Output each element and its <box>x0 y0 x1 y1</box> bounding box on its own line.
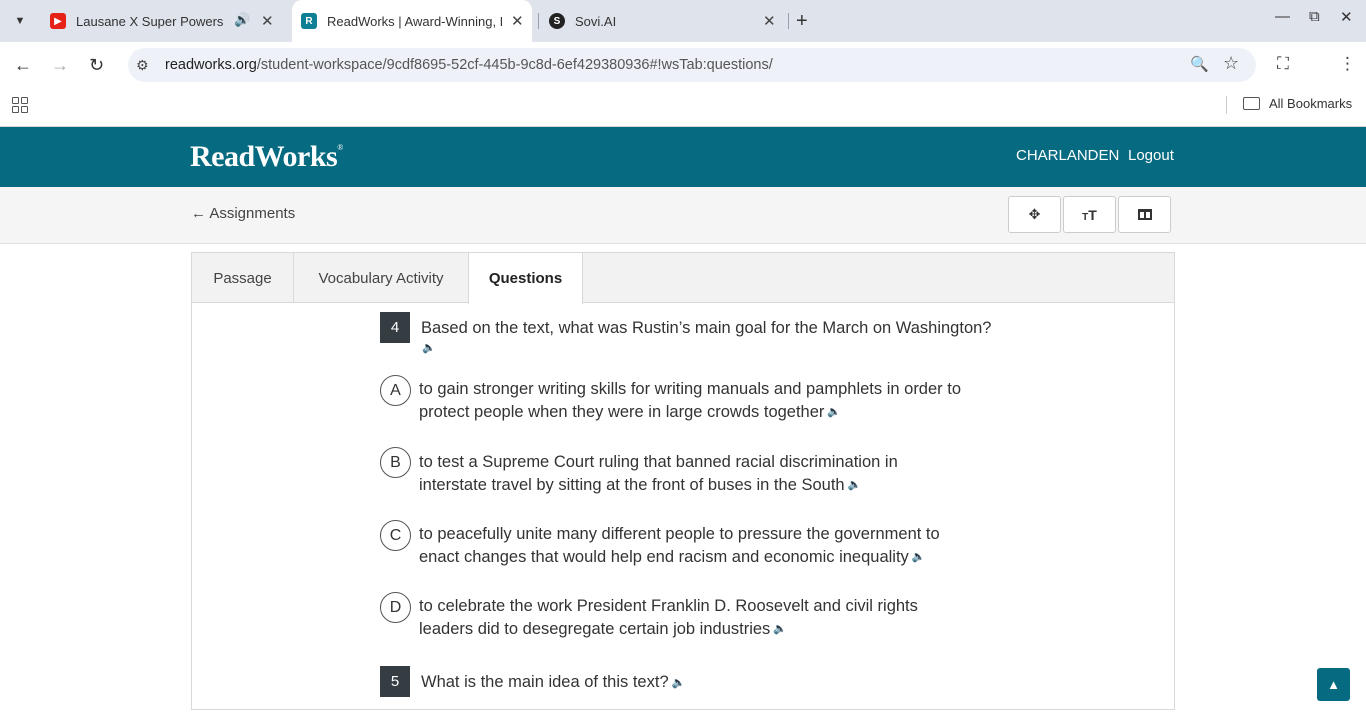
bookmarks-bar: All Bookmarks <box>0 88 1366 122</box>
speaker-icon[interactable]: 🔈 <box>422 341 436 354</box>
username-link[interactable]: CHARLANDEN <box>1016 147 1119 164</box>
question-text: What is the main idea of this text? 🔈 <box>421 671 1001 694</box>
audio-playing-icon[interactable]: 🔊 <box>234 12 250 28</box>
speaker-icon[interactable]: 🔈 <box>912 546 926 569</box>
reload-icon[interactable]: ↻ <box>89 54 104 76</box>
all-bookmarks-label: All Bookmarks <box>1269 96 1353 111</box>
assignment-toolbar: ← Assignments ✥ TT <box>0 187 1366 244</box>
question-text: Based on the text, what was Rustin’s mai… <box>421 319 992 337</box>
expand-icon: ✥ <box>1028 206 1041 222</box>
columns-icon <box>1137 209 1152 220</box>
restore-icon[interactable]: ⧉ <box>1309 8 1320 25</box>
youtube-icon: ▶ <box>50 13 66 29</box>
sovi-icon: S <box>549 13 565 29</box>
folder-icon <box>1243 97 1260 110</box>
option-c-radio[interactable]: C <box>380 520 411 551</box>
logout-link[interactable]: Logout <box>1128 147 1174 164</box>
address-url[interactable]: readworks.org/student-workspace/9cdf8695… <box>165 57 773 73</box>
option-c-text[interactable]: to peacefully unite many different peopl… <box>419 523 989 568</box>
bookmark-star-icon[interactable]: ☆ <box>1223 53 1239 74</box>
option-a-radio[interactable]: A <box>380 375 411 406</box>
site-info-icon[interactable]: ⚙ <box>136 57 149 74</box>
browser-tab-youtube[interactable]: ▶ Lausane X Super Powers - C 🔊 ✕ <box>42 0 288 42</box>
forward-arrow-icon[interactable]: → <box>51 54 69 76</box>
readworks-logo[interactable]: ReadWorks® <box>190 140 343 174</box>
split-view-button[interactable] <box>1118 196 1171 233</box>
browser-menu-icon[interactable]: ⋮ <box>1339 54 1356 74</box>
text-size-button[interactable]: TT <box>1063 196 1116 233</box>
arrow-up-icon: ▲ <box>1327 677 1340 692</box>
close-tab-icon[interactable]: ✕ <box>763 12 776 30</box>
close-tab-icon[interactable]: ✕ <box>261 12 274 30</box>
readworks-icon: R <box>301 13 317 29</box>
browser-toolbar: ← → ↻ ⚙ readworks.org/student-workspace/… <box>0 42 1366 88</box>
question-number-badge: 4 <box>380 312 410 343</box>
fullscreen-button[interactable]: ✥ <box>1008 196 1061 233</box>
tab-title: ReadWorks | Award-Winning, Ed <box>327 13 502 29</box>
back-to-assignments-link[interactable]: ← Assignments <box>191 205 295 222</box>
tab-title: Sovi.AI <box>575 13 617 29</box>
tab-divider <box>788 13 789 29</box>
tab-search-chevron-icon[interactable]: ▼ <box>8 9 32 33</box>
option-d-radio[interactable]: D <box>380 592 411 623</box>
content-tabs: Passage Vocabulary Activity Questions <box>192 253 1174 304</box>
tab-vocabulary-activity[interactable]: Vocabulary Activity <box>294 253 469 303</box>
option-b-text[interactable]: to test a Supreme Court ruling that bann… <box>419 451 989 496</box>
close-tab-icon[interactable]: ✕ <box>511 12 524 30</box>
apps-grid-icon[interactable] <box>12 97 28 113</box>
close-window-icon[interactable]: ✕ <box>1340 8 1353 26</box>
option-d-text[interactable]: to celebrate the work President Franklin… <box>419 595 989 640</box>
browser-tab-sovi[interactable]: S Sovi.AI ✕ <box>540 0 786 42</box>
extensions-icon[interactable]: ⛶ <box>1277 54 1289 74</box>
question-number-badge: 5 <box>380 666 410 697</box>
minimize-icon[interactable]: — <box>1275 8 1290 25</box>
address-bar[interactable]: ⚙ readworks.org/student-workspace/9cdf86… <box>128 48 1256 82</box>
option-b-radio[interactable]: B <box>380 447 411 478</box>
speaker-icon[interactable]: 🔈 <box>827 401 841 424</box>
zoom-icon[interactable]: 🔍 <box>1190 55 1209 73</box>
bookmarks-divider <box>1226 96 1227 114</box>
speaker-icon[interactable]: 🔈 <box>848 474 862 497</box>
tab-questions[interactable]: Questions <box>468 253 583 304</box>
option-a-text[interactable]: to gain stronger writing skills for writ… <box>419 378 989 423</box>
all-bookmarks-button[interactable]: All Bookmarks <box>1243 96 1352 111</box>
browser-tabstrip: ▼ ▶ Lausane X Super Powers - C 🔊 ✕ R Rea… <box>0 0 1366 42</box>
text-size-icon: TT <box>1082 206 1097 223</box>
back-arrow-icon[interactable]: ← <box>14 54 32 76</box>
workspace-panel: Passage Vocabulary Activity Questions 4 … <box>191 252 1175 710</box>
tab-divider <box>538 13 539 29</box>
speaker-icon[interactable]: 🔈 <box>672 672 686 694</box>
scroll-to-top-button[interactable]: ▲ <box>1317 668 1350 701</box>
browser-tab-readworks[interactable]: R ReadWorks | Award-Winning, Ed ✕ <box>292 0 532 42</box>
new-tab-icon[interactable]: + <box>796 9 808 33</box>
site-header: ReadWorks® CHARLANDEN Logout <box>0 127 1366 187</box>
tab-title: Lausane X Super Powers - C <box>76 13 226 29</box>
speaker-icon[interactable]: 🔈 <box>773 618 787 641</box>
tab-passage[interactable]: Passage <box>192 253 294 303</box>
